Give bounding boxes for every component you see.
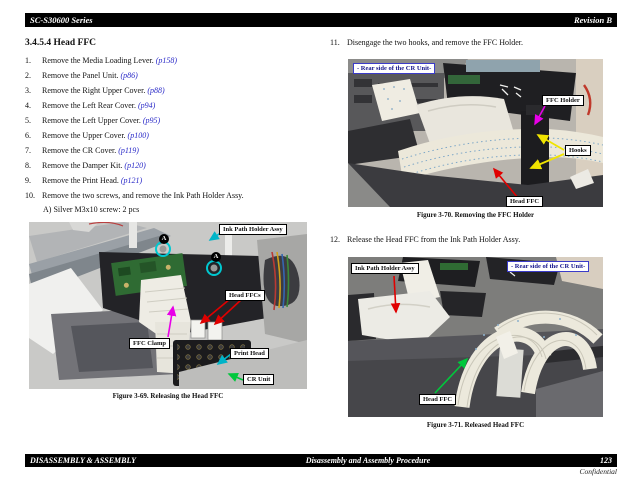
footer-section: DISASSEMBLY & ASSEMBLY <box>30 456 136 465</box>
page-link[interactable]: (p158) <box>156 56 177 65</box>
page-link[interactable]: (p86) <box>120 71 137 80</box>
header-revision: Revision B <box>574 15 612 25</box>
callout-head-ffc: Head FFC <box>506 196 543 207</box>
substep-a: A) Silver M3x10 screw: 2 pcs <box>43 205 139 214</box>
page-link[interactable]: (p88) <box>147 86 164 95</box>
screw-marker-a: A <box>211 252 221 262</box>
step-number: 11. <box>330 38 347 47</box>
callout-ffc-clamp: FFC Clamp <box>129 338 170 349</box>
step-number: 10. <box>25 191 42 200</box>
callout-cr-unit: CR Unit <box>243 374 274 385</box>
figure-3-71: Ink Path Holder Assy - Rear side of the … <box>348 257 603 417</box>
callout-hooks: Hooks <box>565 145 591 156</box>
callout-ink-path-holder: Ink Path Holder Assy <box>351 263 419 274</box>
manual-page: SC-S30600 Series Revision B 3.4.5.4 Head… <box>0 0 640 480</box>
step-10: 10.Remove the two screws, and remove the… <box>25 191 325 200</box>
page-footer: DISASSEMBLY & ASSEMBLY Disassembly and A… <box>25 454 617 467</box>
figure-3-70: - Rear side of the CR Unit- FFC Holder H… <box>348 59 603 207</box>
step-number: 7. <box>25 146 42 155</box>
step-text: Remove the Print Head. <box>42 176 119 185</box>
figure-photo <box>29 222 307 389</box>
callout-head-ffcs: Head FFCs <box>225 290 265 301</box>
confidential-note: Confidential <box>460 467 617 476</box>
step-number: 5. <box>25 116 42 125</box>
screw-marker-a: A <box>159 234 169 244</box>
step-7: 7.Remove the CR Cover. (p119) <box>25 146 325 155</box>
footer-page-number: 123 <box>600 456 612 465</box>
step-text: Remove the Media Loading Lever. <box>42 56 154 65</box>
step-3: 3.Remove the Right Upper Cover. (p88) <box>25 86 325 95</box>
figure-3-69-caption: Figure 3-69. Releasing the Head FFC <box>29 392 307 400</box>
step-number: 9. <box>25 176 42 185</box>
callout-ffc-holder: FFC Holder <box>542 95 584 106</box>
step-text: Remove the Left Rear Cover. <box>42 101 136 110</box>
step-text: Remove the Right Upper Cover. <box>42 86 145 95</box>
figure-3-70-caption: Figure 3-70. Removing the FFC Holder <box>348 211 603 219</box>
step-12: 12.Release the Head FFC from the Ink Pat… <box>330 235 620 244</box>
step-number: 1. <box>25 56 42 65</box>
step-text: Remove the Damper Kit. <box>42 161 122 170</box>
step-8: 8.Remove the Damper Kit. (p120) <box>25 161 325 170</box>
step-number: 12. <box>330 235 347 244</box>
step-text: Remove the Panel Unit. <box>42 71 118 80</box>
callout-head-ffc: Head FFC <box>419 394 456 405</box>
page-link[interactable]: (p121) <box>121 176 142 185</box>
page-link[interactable]: (p95) <box>143 116 160 125</box>
page-link[interactable]: (p94) <box>138 101 155 110</box>
figure-3-69: Ink Path Holder Assy Head FFCs FFC Clamp… <box>29 222 307 389</box>
figure-photo <box>348 59 603 207</box>
step-4: 4.Remove the Left Rear Cover. (p94) <box>25 101 325 110</box>
step-2: 2.Remove the Panel Unit. (p86) <box>25 71 325 80</box>
banner-rear-side: - Rear side of the CR Unit- <box>353 63 435 74</box>
step-text: Disengage the two hooks, and remove the … <box>347 38 523 47</box>
page-link[interactable]: (p120) <box>124 161 145 170</box>
step-6: 6.Remove the Upper Cover. (p100) <box>25 131 325 140</box>
page-link[interactable]: (p119) <box>118 146 139 155</box>
step-text: Remove the Left Upper Cover. <box>42 116 141 125</box>
step-number: 4. <box>25 101 42 110</box>
step-text: Remove the CR Cover. <box>42 146 116 155</box>
footer-chapter: Disassembly and Assembly Procedure <box>306 456 430 465</box>
step-text: Remove the two screws, and remove the In… <box>42 191 244 200</box>
figure-photo <box>348 257 603 417</box>
step-number: 8. <box>25 161 42 170</box>
step-1: 1.Remove the Media Loading Lever. (p158) <box>25 56 325 65</box>
step-text: Release the Head FFC from the Ink Path H… <box>347 235 520 244</box>
step-11: 11.Disengage the two hooks, and remove t… <box>330 38 620 47</box>
step-number: 6. <box>25 131 42 140</box>
page-header: SC-S30600 Series Revision B <box>25 13 617 27</box>
step-number: 2. <box>25 71 42 80</box>
banner-rear-side: - Rear side of the CR Unit- <box>507 261 589 272</box>
header-series-title: SC-S30600 Series <box>30 15 93 25</box>
step-5: 5.Remove the Left Upper Cover. (p95) <box>25 116 325 125</box>
section-title: 3.4.5.4 Head FFC <box>25 38 96 48</box>
callout-ink-path-holder: Ink Path Holder Assy <box>219 224 287 235</box>
callout-print-head: Print Head <box>230 348 269 359</box>
step-text: Remove the Upper Cover. <box>42 131 126 140</box>
figure-3-71-caption: Figure 3-71. Released Head FFC <box>348 421 603 429</box>
page-link[interactable]: (p100) <box>128 131 149 140</box>
step-9: 9.Remove the Print Head. (p121) <box>25 176 325 185</box>
step-number: 3. <box>25 86 42 95</box>
